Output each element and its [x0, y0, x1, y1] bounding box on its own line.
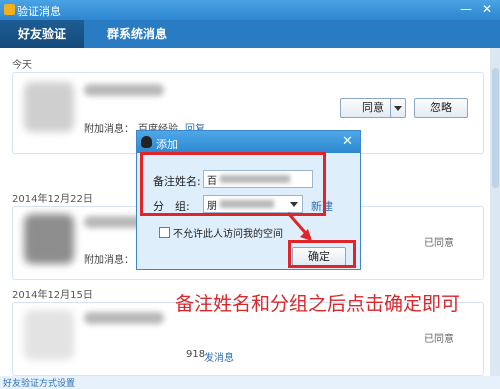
title-bar: 验证消息 — ✕ — [0, 0, 500, 20]
minimize-icon[interactable]: — — [458, 2, 474, 17]
verify-settings-link[interactable]: 好友验证方式设置 — [3, 376, 75, 389]
avatar — [24, 214, 74, 264]
send-message-link[interactable]: 发消息 — [204, 349, 234, 364]
instruction-annotation: 备注姓名和分组之后点击确定即可 — [175, 293, 461, 315]
tab-bar: 好友验证 群系统消息 — [0, 20, 500, 48]
message-prefix: 附加消息： — [84, 124, 134, 135]
message-fragment: 918 — [186, 349, 206, 360]
dialog-title: 添加 — [156, 138, 178, 151]
status-accepted: 已同意 — [424, 334, 454, 345]
scrollbar-thumb[interactable] — [492, 68, 499, 188]
footer-bar: 好友验证方式设置 — [0, 376, 500, 389]
window-title: 验证消息 — [17, 5, 61, 18]
accept-dropdown-button[interactable] — [390, 98, 406, 118]
close-icon[interactable]: ✕ — [342, 134, 353, 149]
user-name-blurred — [84, 312, 164, 324]
accept-label: 同意 — [362, 101, 384, 114]
privacy-label: 不允许此人访问我的空间 — [173, 229, 283, 240]
ignore-button[interactable]: 忽略 — [414, 98, 468, 118]
date-dec-15: 2014年12月15日 — [12, 290, 93, 301]
message-prefix: 附加消息： — [84, 255, 134, 266]
app-icon — [4, 4, 15, 15]
qq-penguin-icon — [141, 136, 152, 148]
close-icon[interactable]: ✕ — [479, 2, 495, 17]
status-accepted: 已同意 — [424, 238, 454, 249]
avatar — [24, 82, 74, 132]
date-today: 今天 — [12, 60, 32, 71]
date-dec-22: 2014年12月22日 — [12, 194, 93, 205]
arrow-icon — [286, 212, 312, 241]
privacy-checkbox[interactable] — [159, 227, 170, 238]
avatar — [24, 310, 74, 360]
dialog-title-bar: 添加 ✕ — [137, 131, 360, 153]
tab-group-messages[interactable]: 群系统消息 — [92, 20, 182, 48]
highlight-box-fields — [140, 152, 326, 216]
tab-friend-verify[interactable]: 好友验证 — [0, 20, 84, 48]
highlight-box-confirm — [288, 240, 356, 268]
user-name-blurred — [84, 84, 164, 96]
chevron-down-icon — [394, 106, 402, 111]
